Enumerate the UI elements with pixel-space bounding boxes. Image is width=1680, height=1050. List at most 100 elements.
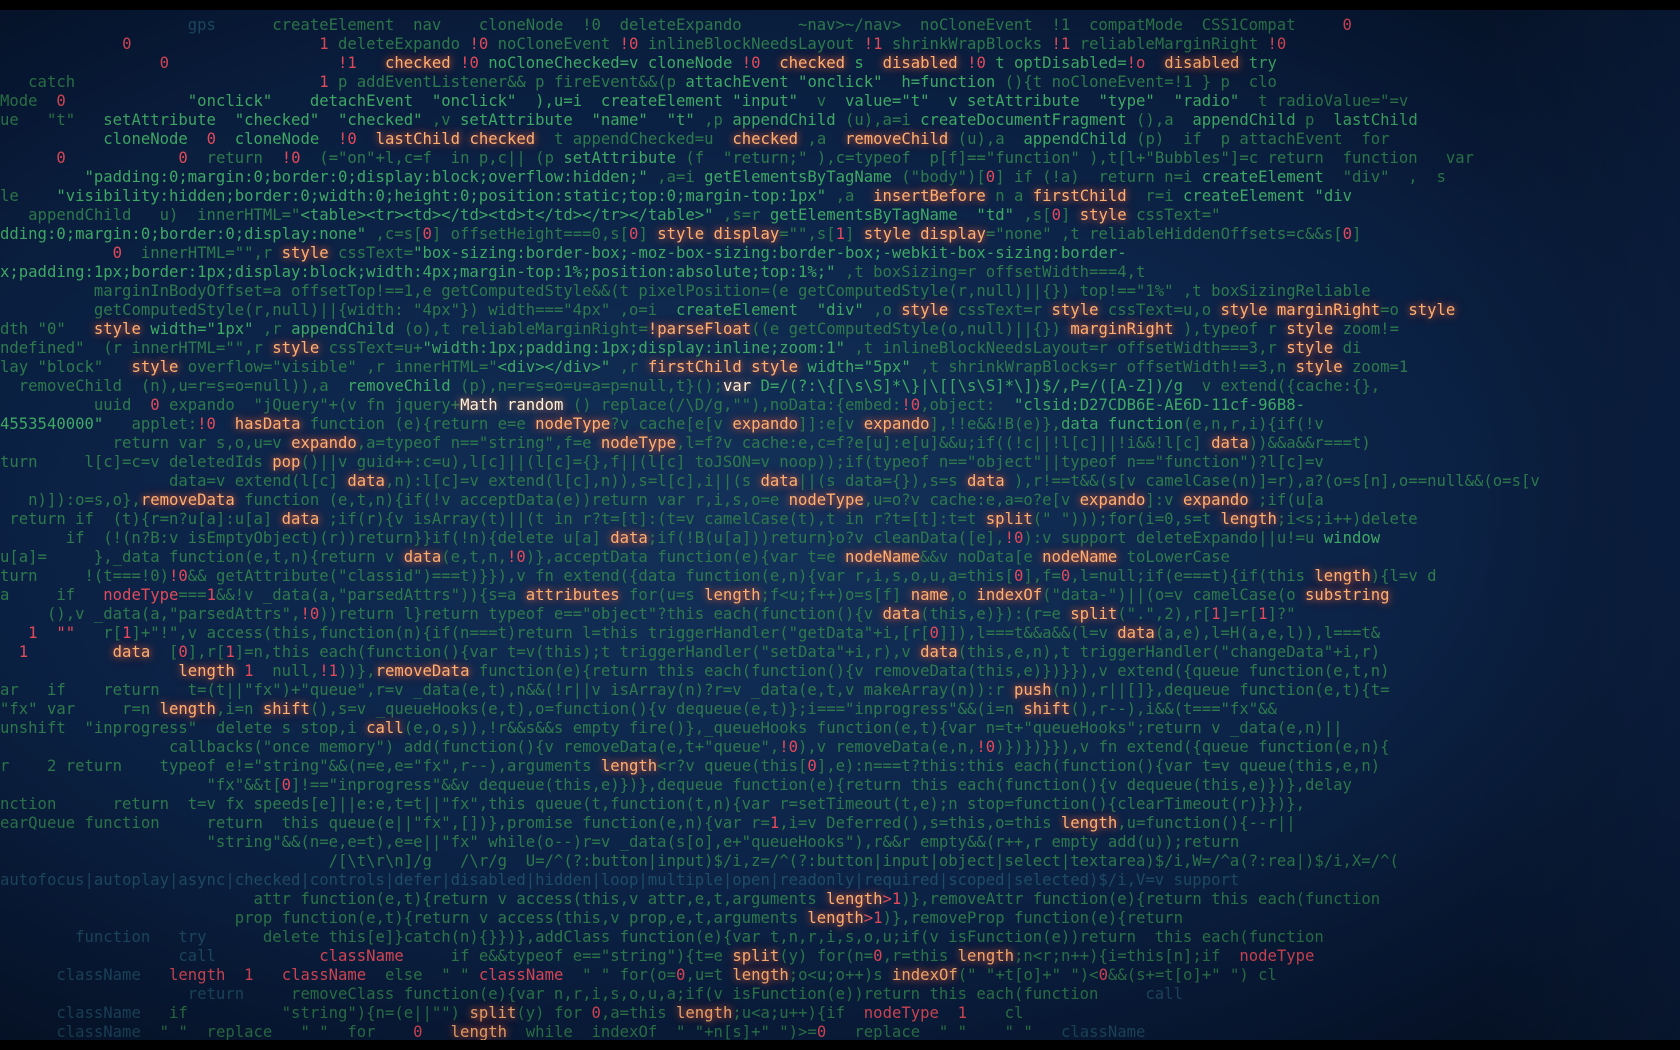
code-token: (p) if bbox=[1126, 130, 1212, 148]
code-token: ,a bbox=[798, 130, 846, 148]
code-line: 1 "" r[1]+"!",v access(this,function(n){… bbox=[0, 624, 1680, 643]
code-line: n)]):o=s,o},removeData function (e,t,n){… bbox=[0, 491, 1680, 510]
code-line: prop function(e,t){return v access(this,… bbox=[0, 909, 1680, 928]
code-token: shrinkWrapBlocks bbox=[882, 35, 1052, 53]
code-token: 1 bbox=[835, 225, 846, 243]
code-token: data bbox=[1117, 624, 1155, 642]
code-token: =o bbox=[1380, 301, 1409, 319]
code-token: " " for(o= bbox=[563, 966, 677, 984]
code-token: className bbox=[1060, 1023, 1146, 1041]
code-line: data=v extend(l[c] data,n):l[c]=v extend… bbox=[0, 472, 1680, 491]
code-token: !1 bbox=[1051, 35, 1071, 53]
code-token: !0 bbox=[169, 567, 188, 585]
code-token: "div" , s bbox=[1323, 168, 1446, 186]
code-token: ,i=v Deferred(),s=this,o=this bbox=[779, 814, 1061, 832]
code-token: ;u<a;u++){if bbox=[732, 1004, 864, 1022]
code-line: "padding:0;margin:0;border:0;display:blo… bbox=[0, 168, 1680, 187]
code-line: "fx" var r=n length,i=n shift(),s=v _que… bbox=[0, 700, 1680, 719]
code-token: width="1px" bbox=[140, 320, 254, 338]
code-token: ))&&a&&r===t) bbox=[1248, 434, 1371, 452]
code-token: ,l=null;if(e===t){if(this bbox=[1070, 567, 1315, 585]
code-token: data bbox=[882, 605, 921, 623]
code-token: !0 bbox=[506, 548, 526, 566]
code-token: () replace(/\D/g,""),noData:{embed: bbox=[563, 396, 902, 414]
code-line: ue "t" setAttribute "checked" "checked" … bbox=[0, 111, 1680, 130]
code-token: 0 bbox=[150, 396, 160, 414]
code-token: setAttribute "name" "t" bbox=[460, 111, 695, 129]
code-token: t radioValue="=v bbox=[1239, 92, 1409, 110]
code-line: className " " replace " " for 0 length w… bbox=[0, 1023, 1680, 1041]
code-token: (f "return;" ),c=typeof p[f]=="function"… bbox=[676, 149, 1475, 167]
code-token: ,s[ bbox=[1014, 206, 1052, 224]
code-line: if (!(n?B:v isEmptyObject)(r))return}}if… bbox=[0, 529, 1680, 548]
code-token: split bbox=[985, 510, 1033, 528]
code-token: if (!(n?B:v isEmptyObject)(r))return}}if… bbox=[65, 529, 611, 547]
code-line: cloneNode 0 cloneNode !0 lastChild check… bbox=[0, 130, 1680, 149]
code-token: "string"){n=(e||"") bbox=[225, 1004, 470, 1022]
code-token: ;f<u;f++)o=s[f] bbox=[760, 586, 911, 604]
code-token: ,l=f?v cache:e,c=f?e[u]:e[u]&&u;if((!c||… bbox=[676, 434, 1212, 452]
code-token: >1 bbox=[863, 909, 883, 927]
code-token: prop function(e,t){return v access(this,… bbox=[234, 909, 808, 927]
code-token: value="t" v setAttribute "type" "radio" bbox=[844, 92, 1240, 110]
code-token: "onclick" detachEvent "onclick" ),u=i bbox=[159, 92, 601, 110]
code-token: 0 bbox=[178, 149, 188, 167]
code-token: nodeName bbox=[1042, 548, 1118, 566]
code-token: checked bbox=[732, 130, 799, 148]
code-token: Mode bbox=[0, 92, 47, 110]
code-token: appendChild bbox=[732, 111, 836, 129]
code-token: !1 bbox=[319, 662, 339, 680]
code-token: style bbox=[901, 301, 949, 319]
code-token: length bbox=[732, 966, 789, 984]
code-line: getComputedStyle(r,null)||{width: "4px"}… bbox=[0, 301, 1680, 320]
code-line: "fx"&&t[0]!=="inprogress"&&v dequeue(thi… bbox=[0, 776, 1680, 795]
code-token: cssText=r bbox=[948, 301, 1052, 319]
code-token: )})})}}),v fn extend({queue function(e,n… bbox=[995, 738, 1390, 756]
code-token: length bbox=[704, 586, 761, 604]
code-token: "onclick" bbox=[788, 73, 892, 91]
code-line: appendChild u) innerHTML="<table><tr><td… bbox=[0, 206, 1680, 225]
code-token: <table><tr><td></td><td>t</td></tr></tab… bbox=[300, 206, 714, 224]
code-line: return if (t){r=n?u[a]:u[a] data ;if(r){… bbox=[0, 510, 1680, 529]
code-token: ndefined" (r innerHTML="",r bbox=[0, 339, 273, 357]
code-token: return var s,o,u=v bbox=[112, 434, 292, 452]
code-token: (".",2),r[ bbox=[1117, 605, 1212, 623]
code-token: appendChild bbox=[28, 206, 132, 224]
code-line: "string"&&(n=e,e=t),e=e||"fx" while(o--)… bbox=[0, 833, 1680, 852]
code-token: else " " bbox=[366, 966, 479, 984]
code-token: callbacks("once memory") add(function(){… bbox=[169, 738, 780, 756]
code-token: 0 bbox=[1051, 206, 1061, 224]
code-token: ,v bbox=[422, 111, 461, 129]
code-token: /[\t\r\n]/g bbox=[328, 852, 442, 870]
code-token: t appendChecked=u bbox=[535, 130, 733, 148]
code-token: 0 bbox=[1342, 225, 1353, 243]
code-token: 0 bbox=[929, 624, 939, 642]
code-token: (),r--),i&&(t==="fx"&& bbox=[1070, 700, 1277, 718]
code-token: 0 bbox=[873, 947, 883, 965]
code-token: 0 bbox=[591, 1004, 601, 1022]
code-token: ]=n,this each(function(){var t=v(this);t… bbox=[234, 643, 921, 661]
code-line: dding:0;margin:0;border:0;display:none" … bbox=[0, 225, 1680, 244]
code-token: !1 bbox=[863, 35, 883, 53]
code-token: [ bbox=[150, 643, 179, 661]
code-line: marginInBodyOffset=a offsetTop!==1,e get… bbox=[0, 282, 1680, 301]
code-token: ),v removeData(e,n, bbox=[798, 738, 977, 756]
code-token: className bbox=[56, 1004, 141, 1022]
code-token: removeClass function(e){var n,r,i,s,o,u,… bbox=[244, 985, 1146, 1003]
code-token: removeChild bbox=[347, 377, 451, 395]
code-token: dth "0" bbox=[0, 320, 85, 338]
code-token: lastChild bbox=[1333, 111, 1418, 129]
code-token: !1 bbox=[338, 54, 357, 72]
code-token: autofocus|autoplay|async|checked|control… bbox=[0, 871, 1240, 889]
code-token: 0 bbox=[1060, 567, 1071, 585]
code-token: return bbox=[187, 149, 282, 167]
code-token: (="on"+l,c=f in p,c|| (p bbox=[300, 149, 564, 167]
code-token: ,c=s[ bbox=[366, 225, 423, 243]
code-token: indexOf bbox=[976, 586, 1043, 604]
code-line: dth "0" style width="1px" ,r appendChild… bbox=[0, 320, 1680, 339]
code-token: (" ")));for(i=0,s=t bbox=[1032, 510, 1221, 528]
code-token: ;n<r;n++){i=this[n];if bbox=[1014, 947, 1240, 965]
code-token: style bbox=[131, 358, 179, 376]
